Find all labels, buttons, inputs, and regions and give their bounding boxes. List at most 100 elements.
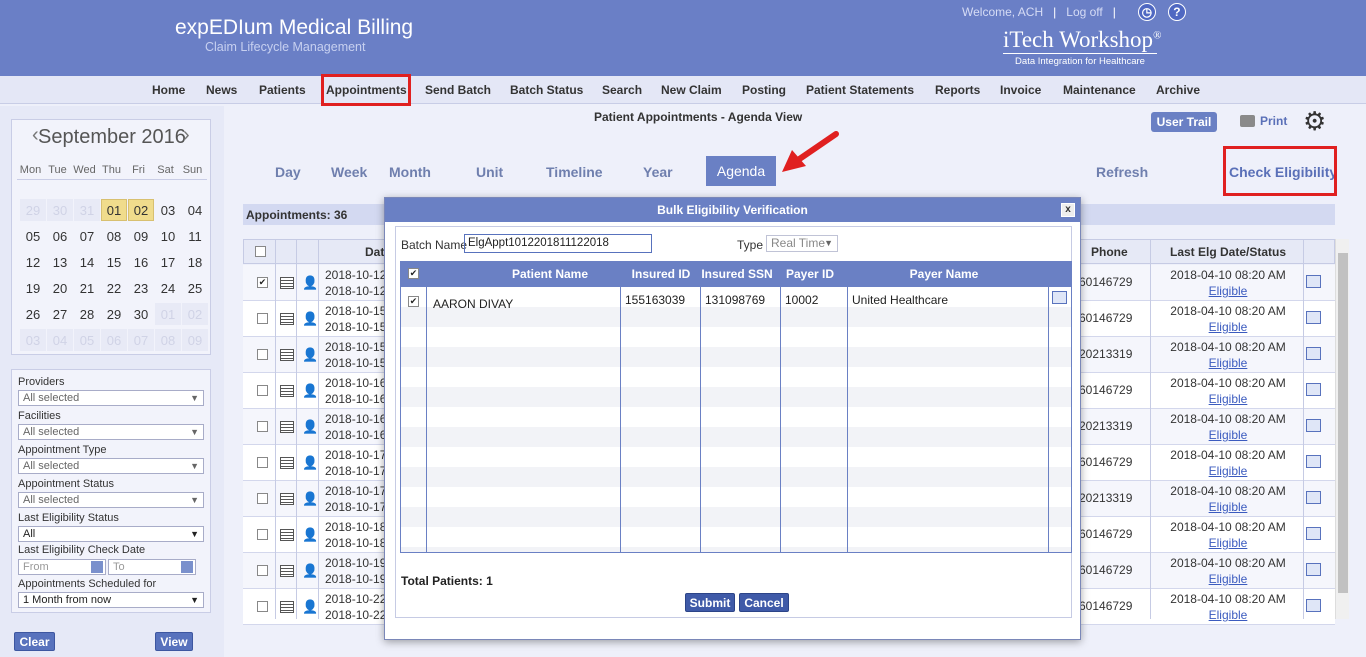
view-button[interactable]: View xyxy=(155,632,193,651)
submit-button[interactable]: Submit xyxy=(685,593,735,612)
tab-year[interactable]: Year xyxy=(643,164,673,180)
edit-icon[interactable] xyxy=(1306,599,1321,612)
row-checkbox[interactable] xyxy=(257,529,268,540)
calendar-day[interactable]: 14 xyxy=(74,251,100,273)
calendar-day[interactable]: 01 xyxy=(155,303,181,325)
edit-icon[interactable] xyxy=(1306,455,1321,468)
patient-row-checkbox[interactable]: ✔ xyxy=(408,296,419,307)
nav-maintenance[interactable]: Maintenance xyxy=(1063,83,1136,97)
calendar-day[interactable]: 07 xyxy=(74,225,100,247)
details-icon[interactable] xyxy=(280,529,294,541)
calendar-day[interactable]: 04 xyxy=(47,329,73,351)
print-button[interactable]: Print xyxy=(1240,114,1287,128)
calendar-icon[interactable] xyxy=(91,561,103,573)
row-checkbox[interactable] xyxy=(257,385,268,396)
from-date-input[interactable]: From xyxy=(18,559,106,575)
edit-icon[interactable] xyxy=(1306,563,1321,576)
calendar-day[interactable]: 03 xyxy=(20,329,46,351)
calendar-day[interactable]: 18 xyxy=(182,251,208,273)
type-select[interactable]: Real Time ▼ xyxy=(766,235,838,252)
edit-icon[interactable] xyxy=(1306,347,1321,360)
providers-select[interactable]: All selected ▼ xyxy=(18,390,204,406)
batch-name-input[interactable]: ElgAppt1012201811122018 xyxy=(464,234,652,253)
tab-month[interactable]: Month xyxy=(389,164,431,180)
facilities-select[interactable]: All selected ▼ xyxy=(18,424,204,440)
calendar-day[interactable]: 04 xyxy=(182,199,208,221)
calendar-day[interactable]: 12 xyxy=(20,251,46,273)
calendar-day[interactable]: 30 xyxy=(128,303,154,325)
gear-icon[interactable]: ⚙ xyxy=(1303,106,1326,137)
nav-invoice[interactable]: Invoice xyxy=(1000,83,1041,97)
nav-patient-statements[interactable]: Patient Statements xyxy=(806,83,914,97)
calendar-day[interactable]: 11 xyxy=(182,225,208,247)
person-icon[interactable]: 👤 xyxy=(302,347,318,363)
edit-icon[interactable] xyxy=(1306,311,1321,324)
clock-icon[interactable]: ◷ xyxy=(1137,3,1156,21)
close-icon[interactable]: x xyxy=(1061,203,1075,217)
calendar-day[interactable]: 17 xyxy=(155,251,181,273)
nav-new-claim[interactable]: New Claim xyxy=(661,83,722,97)
calendar-day[interactable]: 23 xyxy=(128,277,154,299)
eligibility-status-link[interactable]: Eligible xyxy=(1163,608,1293,622)
edit-icon[interactable] xyxy=(1052,291,1067,304)
details-icon[interactable] xyxy=(280,277,294,289)
edit-icon[interactable] xyxy=(1306,491,1321,504)
calendar-day[interactable]: 07 xyxy=(128,329,154,351)
eligibility-status-link[interactable]: Eligible xyxy=(1163,500,1293,514)
to-date-input[interactable]: To xyxy=(108,559,196,575)
nav-archive[interactable]: Archive xyxy=(1156,83,1200,97)
calendar-day[interactable]: 10 xyxy=(155,225,181,247)
row-checkbox[interactable] xyxy=(257,493,268,504)
calendar-day[interactable]: 28 xyxy=(74,303,100,325)
select-all-patients-checkbox[interactable]: ✔ xyxy=(408,268,419,279)
calendar-day[interactable]: 21 xyxy=(74,277,100,299)
details-icon[interactable] xyxy=(280,457,294,469)
eligibility-status-link[interactable]: Eligible xyxy=(1163,284,1293,298)
row-checkbox[interactable] xyxy=(257,565,268,576)
select-all-checkbox[interactable] xyxy=(255,246,266,257)
nav-reports[interactable]: Reports xyxy=(935,83,980,97)
person-icon[interactable]: 👤 xyxy=(302,311,318,327)
calendar-day[interactable]: 13 xyxy=(47,251,73,273)
edit-icon[interactable] xyxy=(1306,275,1321,288)
calendar-day[interactable]: 24 xyxy=(155,277,181,299)
calendar-day[interactable]: 22 xyxy=(101,277,127,299)
person-icon[interactable]: 👤 xyxy=(302,419,318,435)
person-icon[interactable]: 👤 xyxy=(302,455,318,471)
grid-scrollbar[interactable] xyxy=(1335,239,1349,619)
details-icon[interactable] xyxy=(280,421,294,433)
tab-unit[interactable]: Unit xyxy=(476,164,503,180)
calendar-day[interactable]: 30 xyxy=(47,199,73,221)
person-icon[interactable]: 👤 xyxy=(302,275,318,291)
calendar-day[interactable]: 16 xyxy=(128,251,154,273)
calendar-day[interactable]: 02 xyxy=(128,199,154,221)
user-trail-button[interactable]: User Trail xyxy=(1151,112,1217,132)
chevron-right-icon[interactable]: › xyxy=(183,124,190,147)
calendar-day[interactable]: 08 xyxy=(101,225,127,247)
calendar-day[interactable]: 15 xyxy=(101,251,127,273)
eligibility-status-link[interactable]: Eligible xyxy=(1163,464,1293,478)
calendar-day[interactable]: 09 xyxy=(128,225,154,247)
tab-timeline[interactable]: Timeline xyxy=(546,164,603,180)
calendar-day[interactable]: 05 xyxy=(20,225,46,247)
details-icon[interactable] xyxy=(280,313,294,325)
calendar-day[interactable]: 09 xyxy=(182,329,208,351)
calendar-day[interactable]: 31 xyxy=(74,199,100,221)
row-checkbox[interactable]: ✔ xyxy=(257,277,268,288)
last-elig-status-select[interactable]: All ▼ xyxy=(18,526,204,542)
person-icon[interactable]: 👤 xyxy=(302,599,318,615)
row-checkbox[interactable] xyxy=(257,349,268,360)
calendar-icon[interactable] xyxy=(181,561,193,573)
details-icon[interactable] xyxy=(280,385,294,397)
nav-batch-status[interactable]: Batch Status xyxy=(510,83,583,97)
nav-search[interactable]: Search xyxy=(602,83,642,97)
tab-agenda[interactable]: Agenda xyxy=(706,156,776,186)
clear-button[interactable]: Clear xyxy=(14,632,55,651)
tab-week[interactable]: Week xyxy=(331,164,367,180)
row-checkbox[interactable] xyxy=(257,313,268,324)
calendar-day[interactable]: 08 xyxy=(155,329,181,351)
calendar-day[interactable]: 25 xyxy=(182,277,208,299)
eligibility-status-link[interactable]: Eligible xyxy=(1163,428,1293,442)
person-icon[interactable]: 👤 xyxy=(302,491,318,507)
details-icon[interactable] xyxy=(280,565,294,577)
